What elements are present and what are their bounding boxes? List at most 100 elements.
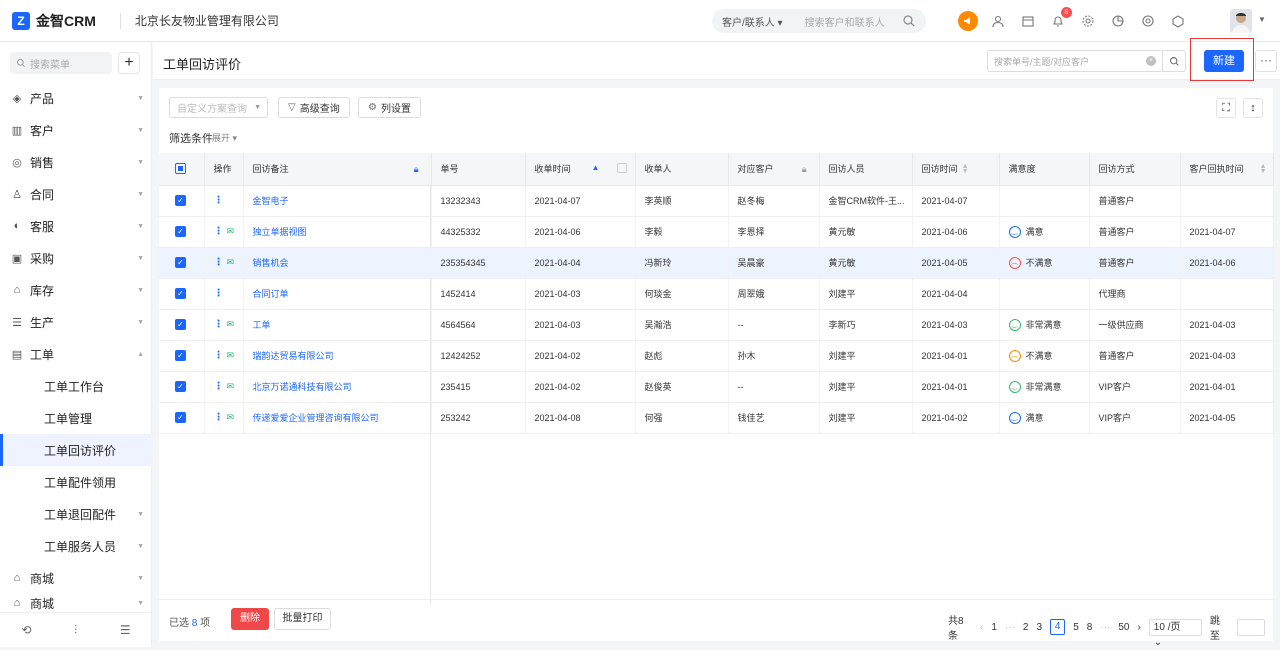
- table-row[interactable]: ✓ ⋮ ✉ 工单 4564564 2021-04-03 吴瀚浩 -- 李新巧 2021-04-03…: [159, 309, 1274, 341]
- sidebar-item-contract[interactable]: ♙ 合同 ▼: [0, 178, 152, 210]
- more-vertical-icon[interactable]: ⋮: [214, 350, 224, 361]
- column-header-number[interactable]: 单号: [431, 153, 526, 186]
- jump-page-input[interactable]: [1236, 618, 1265, 636]
- sidebar-subitem-parts-issue[interactable]: 工单配件领用: [0, 466, 152, 498]
- fullscreen-icon[interactable]: ⛶: [1216, 98, 1236, 118]
- more-button[interactable]: ···: [1255, 50, 1277, 72]
- column-header-customer[interactable]: 对应客户 🔒︎: [728, 153, 820, 186]
- row-checkbox[interactable]: ✓: [159, 185, 205, 217]
- sidebar-item-inventory[interactable]: ⌂ 库存 ▼: [0, 274, 152, 306]
- row-checkbox[interactable]: ✓: [159, 371, 205, 403]
- table-row[interactable]: ✓ ⋮ ✉ 独立单据视图 44325332 2021-04-06 李毅 李恩择 黄元敏 2021-…: [159, 216, 1274, 248]
- chrome-icon[interactable]: [1138, 11, 1158, 31]
- new-button[interactable]: 新建: [1204, 50, 1244, 72]
- advanced-query-button[interactable]: ▽ 高级查询: [278, 97, 350, 118]
- envelope-icon[interactable]: ✉: [227, 381, 235, 391]
- page-link[interactable]: 8: [1087, 622, 1093, 633]
- table-row[interactable]: ✓ ⋮ ✉ 销售机会 235354345 2021-04-04 冯新玲 吴晨豪 黄元敏 2021-…: [159, 247, 1274, 279]
- cell-note[interactable]: 销售机会: [243, 247, 432, 279]
- page-link[interactable]: 3: [1036, 622, 1042, 633]
- cell-note[interactable]: 瑞韵达贸易有限公司: [243, 340, 432, 372]
- record-search-button[interactable]: [1162, 50, 1186, 72]
- current-page[interactable]: 4: [1050, 619, 1066, 635]
- more-vertical-icon[interactable]: ⋮: [214, 381, 224, 392]
- delete-button[interactable]: 删除: [231, 608, 269, 630]
- sidebar-item-workorder[interactable]: ▤ 工单 ▲: [0, 338, 152, 370]
- sliders-icon[interactable]: ⫶: [74, 623, 77, 638]
- box-icon[interactable]: [1168, 11, 1188, 31]
- sort-asc-icon[interactable]: ▲: [592, 163, 600, 172]
- row-checkbox[interactable]: ✓: [159, 402, 205, 434]
- page-link[interactable]: 1: [991, 622, 997, 633]
- envelope-icon[interactable]: ✉: [227, 412, 235, 422]
- prev-page-icon[interactable]: ‹: [980, 622, 983, 633]
- page-size-select[interactable]: 10 /页 ⌄: [1148, 618, 1202, 648]
- row-height-icon[interactable]: ↕: [1243, 98, 1263, 118]
- more-vertical-icon[interactable]: ⋮: [214, 288, 224, 299]
- more-vertical-icon[interactable]: ⋮: [214, 412, 224, 423]
- row-checkbox[interactable]: ✓: [159, 340, 205, 372]
- column-header-satisfaction[interactable]: 满意度: [999, 153, 1090, 186]
- sidebar-item-purchase[interactable]: ▣ 采购 ▼: [0, 242, 152, 274]
- megaphone-icon[interactable]: [958, 11, 978, 31]
- column-header-receiver[interactable]: 收单人: [635, 153, 729, 186]
- envelope-icon[interactable]: ✉: [227, 226, 235, 236]
- copy-icon[interactable]: [616, 163, 627, 173]
- column-header-visitor[interactable]: 回访人员: [819, 153, 913, 186]
- row-checkbox[interactable]: ✓: [159, 278, 205, 310]
- envelope-icon[interactable]: ✉: [227, 257, 235, 267]
- sidebar-item-sales[interactable]: ◎ 销售 ▼: [0, 146, 152, 178]
- select-all-checkbox[interactable]: [159, 153, 205, 186]
- cell-note[interactable]: 合同订单: [243, 278, 432, 310]
- clear-icon[interactable]: ×: [1146, 56, 1156, 66]
- menu-search-input[interactable]: 搜索菜单: [10, 52, 112, 74]
- cell-note[interactable]: 北京万诺通科技有限公司: [243, 371, 432, 403]
- row-checkbox[interactable]: ✓: [159, 309, 205, 341]
- page-link[interactable]: 50: [1118, 622, 1129, 633]
- sidebar-item-service[interactable]: ◐ 客服 ▼: [0, 210, 152, 242]
- sidebar-subitem-parts-return[interactable]: 工单退回配件 ▼: [0, 498, 152, 530]
- search-icon[interactable]: [902, 14, 916, 28]
- column-header-reply-time[interactable]: 客户回执时间 ▲ ▼: [1180, 153, 1274, 186]
- cell-note[interactable]: 传递爱爱企业管理咨询有限公司: [243, 402, 432, 434]
- column-header-visit-time[interactable]: 回访时间 ▲ ▼: [912, 153, 1000, 186]
- chevron-down-icon[interactable]: ▼: [1258, 15, 1266, 24]
- sidebar-subitem-management[interactable]: 工单管理: [0, 402, 152, 434]
- sidebar-item-mall-2[interactable]: ⌂ 商城 ▼: [0, 594, 152, 612]
- cell-note[interactable]: 金智电子: [243, 185, 432, 217]
- more-vertical-icon[interactable]: ⋮: [214, 257, 224, 268]
- gear-icon[interactable]: [1078, 11, 1098, 31]
- sidebar-subitem-service-staff[interactable]: 工单服务人员 ▼: [0, 530, 152, 562]
- more-vertical-icon[interactable]: ⋮: [214, 226, 224, 237]
- table-row[interactable]: ✓ ⋮ ✉ 瑞韵达贸易有限公司 12424252 2021-04-02 赵彪 孙木 刘建平 202…: [159, 340, 1274, 372]
- collapse-menu-icon[interactable]: ☰: [120, 623, 131, 637]
- sidebar-item-mall[interactable]: ⌂ 商城 ▼: [0, 562, 152, 594]
- row-checkbox[interactable]: ✓: [159, 247, 205, 279]
- batch-print-button[interactable]: 批量打印: [274, 608, 331, 630]
- envelope-icon[interactable]: ✉: [227, 319, 235, 329]
- column-settings-button[interactable]: ⚙ 列设置: [358, 97, 421, 118]
- table-row[interactable]: ✓ ⋮ ✉ 北京万诺通科技有限公司 235415 2021-04-02 赵俊英 -- 刘建平 20…: [159, 371, 1274, 403]
- expand-filters-link[interactable]: 展开 ▾: [212, 131, 237, 144]
- table-row[interactable]: ✓ ⋮ 合同订单 1452414 2021-04-03 何琰金 周翠娥 刘建平 2021-04-…: [159, 278, 1274, 310]
- sidebar-item-product[interactable]: ◈ 产品 ▼: [0, 82, 152, 114]
- table-row[interactable]: ✓ ⋮ ✉ 传递爱爱企业管理咨询有限公司 253242 2021-04-08 何强 钱佳艺 刘建…: [159, 402, 1274, 434]
- page-ellipsis[interactable]: ···: [1100, 622, 1110, 633]
- page-ellipsis[interactable]: ···: [1005, 622, 1015, 633]
- pie-chart-icon[interactable]: [1108, 11, 1128, 31]
- sidebar-item-production[interactable]: ☰ 生产 ▼: [0, 306, 152, 338]
- scheme-select[interactable]: 自定义方案查询 ▼: [169, 97, 268, 118]
- global-search[interactable]: 客户/联系人 ▾ 搜索客户和联系人: [712, 9, 926, 33]
- column-header-received-time[interactable]: 收单时间 ▲: [525, 153, 636, 186]
- next-page-icon[interactable]: ›: [1137, 622, 1140, 633]
- record-search-input[interactable]: 搜索单号/主题/对应客户 ×: [987, 50, 1163, 72]
- sidebar-subitem-workbench[interactable]: 工单工作台: [0, 370, 152, 402]
- global-search-input[interactable]: 搜索客户和联系人: [805, 14, 885, 29]
- more-vertical-icon[interactable]: ⋮: [214, 195, 224, 206]
- add-menu-button[interactable]: +: [118, 52, 140, 74]
- envelope-icon[interactable]: ✉: [227, 350, 235, 360]
- row-checkbox[interactable]: ✓: [159, 216, 205, 248]
- sort-icon[interactable]: ▲ ▼: [1260, 163, 1267, 175]
- cell-note[interactable]: 独立单据视图: [243, 216, 432, 248]
- history-icon[interactable]: ⟲: [21, 623, 31, 637]
